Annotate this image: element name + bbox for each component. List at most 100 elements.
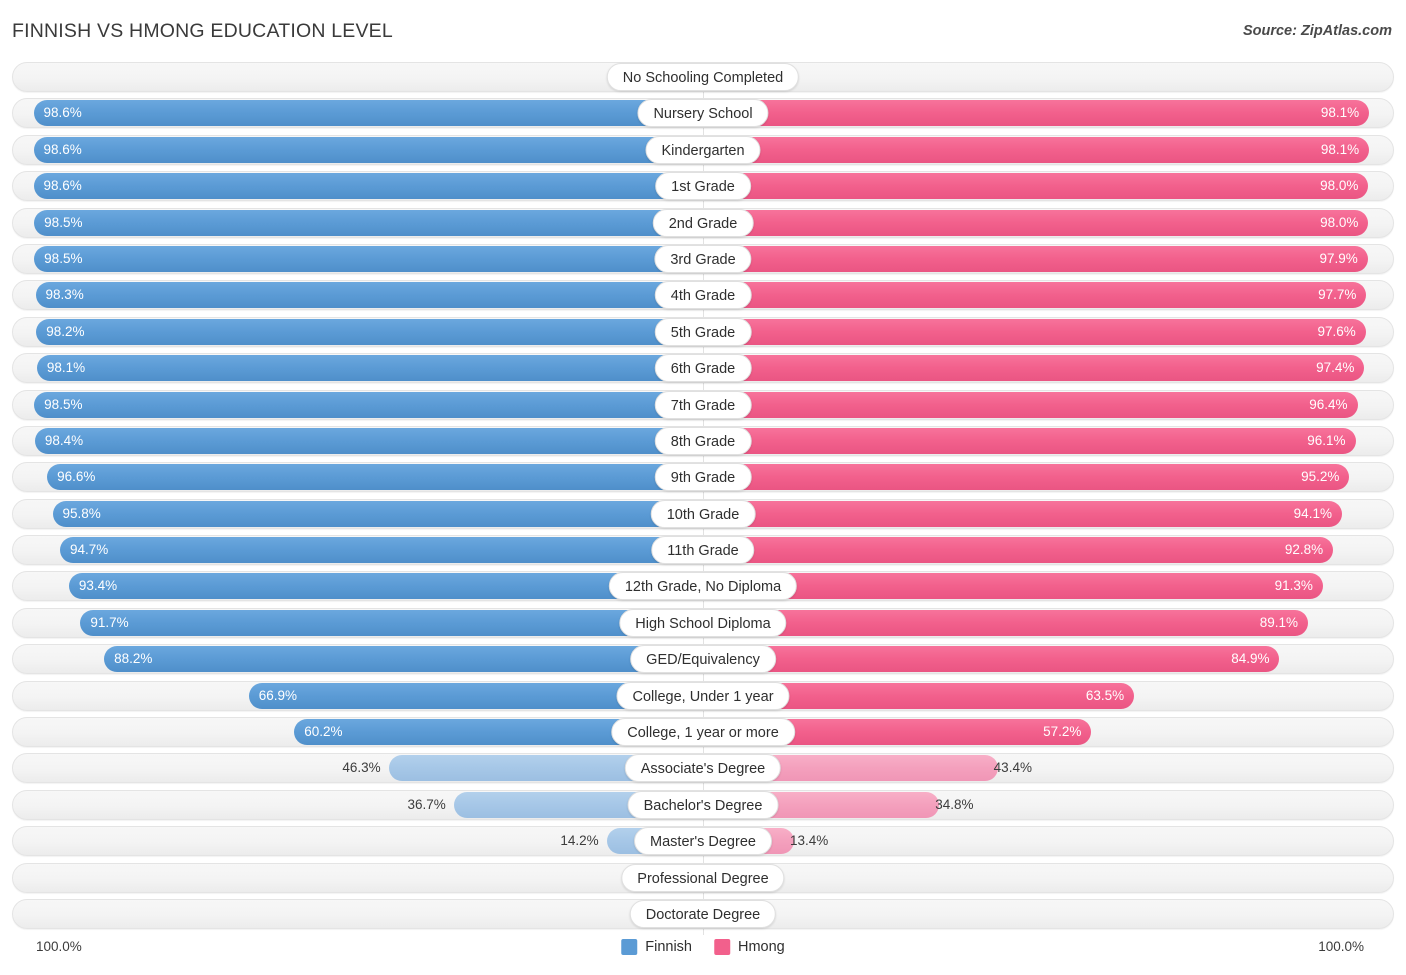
- bar-hmong: [703, 537, 1334, 564]
- bar-finnish: [60, 537, 703, 564]
- chart-row: 94.7% 92.8% 11th Grade: [12, 535, 1394, 566]
- value-label-finnish: 93.4%: [78, 578, 118, 594]
- category-label: Bachelor's Degree: [627, 790, 779, 819]
- category-label: Nursery School: [637, 99, 769, 128]
- value-label-hmong: 34.8%: [935, 796, 974, 812]
- value-label-hmong: 84.9%: [1231, 651, 1270, 667]
- value-label-finnish: 66.9%: [258, 687, 298, 703]
- value-label-finnish: 46.3%: [342, 760, 381, 776]
- bar-finnish: [104, 646, 703, 673]
- bar-hmong: [703, 646, 1280, 673]
- legend-swatch-icon: [714, 939, 730, 955]
- category-label: College, 1 year or more: [611, 718, 795, 747]
- value-label-hmong: 95.2%: [1301, 469, 1340, 485]
- legend-item: Finnish: [621, 939, 692, 955]
- value-label-hmong: 43.4%: [993, 760, 1032, 776]
- bar-finnish: [47, 464, 703, 491]
- value-label-finnish: 98.6%: [43, 141, 82, 157]
- value-label-finnish: 96.6%: [57, 469, 96, 485]
- legend-label: Hmong: [738, 939, 785, 955]
- chart-footer: 100.0% Finnish Hmong 100.0%: [0, 939, 1406, 965]
- chart-legend: Finnish Hmong: [621, 939, 785, 955]
- category-label: 3rd Grade: [654, 244, 752, 273]
- value-label-finnish: 95.8%: [62, 505, 101, 521]
- value-label-hmong: 63.5%: [1085, 687, 1125, 703]
- bar-finnish: [36, 355, 703, 382]
- chart-row: 98.6% 98.1% Kindergarten: [12, 134, 1394, 165]
- bar-hmong: [703, 282, 1367, 309]
- category-label: College, Under 1 year: [616, 681, 790, 710]
- bar-hmong: [703, 355, 1365, 382]
- category-label: 2nd Grade: [652, 208, 754, 237]
- bar-finnish: [34, 391, 703, 418]
- value-label-hmong: 96.1%: [1307, 432, 1346, 448]
- chart-row: 98.4% 96.1% 8th Grade: [12, 425, 1394, 456]
- bar-hmong: [703, 209, 1369, 236]
- bar-hmong: [703, 318, 1366, 345]
- category-label: 1st Grade: [655, 172, 751, 201]
- legend-item: Hmong: [714, 939, 785, 955]
- value-label-finnish: 60.2%: [304, 724, 343, 740]
- value-label-hmong: 94.1%: [1293, 505, 1332, 521]
- value-label-finnish: 91.7%: [90, 614, 129, 630]
- chart-rows: 1.5%1.9%No Schooling Completed 98.6% 98.1%…: [0, 62, 1406, 935]
- chart-row: 60.2% 57.2% College, 1 year or more: [12, 717, 1394, 748]
- chart-row: 98.5% 98.0% 2nd Grade: [12, 207, 1394, 238]
- chart-header: FINNISH VS HMONG EDUCATION LEVEL Source:…: [0, 0, 1406, 62]
- value-label-finnish: 36.7%: [407, 796, 446, 812]
- value-label-finnish: 98.5%: [44, 250, 83, 266]
- chart-row: 96.6% 95.2% 9th Grade: [12, 462, 1394, 493]
- value-label-hmong: 98.0%: [1320, 214, 1359, 230]
- chart-row: 1.8%1.6%Doctorate Degree: [12, 898, 1394, 929]
- value-label-finnish: 98.3%: [45, 287, 84, 303]
- category-label: Professional Degree: [621, 863, 785, 892]
- chart-row: 98.6% 98.1% Nursery School: [12, 98, 1394, 129]
- category-label: Master's Degree: [634, 827, 772, 856]
- chart-row: 1.5%1.9%No Schooling Completed: [12, 62, 1394, 92]
- value-label-hmong: 97.6%: [1317, 323, 1356, 339]
- value-label-hmong: 97.4%: [1316, 360, 1355, 376]
- value-label-finnish: 98.6%: [43, 105, 82, 121]
- chart-row: 98.6% 98.0% 1st Grade: [12, 171, 1394, 202]
- category-label: 11th Grade: [651, 536, 755, 565]
- value-label-finnish: 98.5%: [44, 396, 83, 412]
- value-label-hmong: 57.2%: [1043, 724, 1082, 740]
- chart-row: 46.3% 43.4% Associate's Degree: [12, 753, 1394, 784]
- category-label: 5th Grade: [654, 317, 752, 346]
- bar-finnish: [33, 173, 703, 200]
- bar-finnish: [33, 136, 703, 163]
- value-label-finnish: 98.4%: [44, 432, 84, 448]
- diverging-bar-chart: 1.5%1.9%No Schooling Completed 98.6% 98.1%…: [0, 62, 1406, 937]
- category-label: 4th Grade: [654, 281, 752, 310]
- bar-finnish: [35, 282, 703, 309]
- value-label-hmong: 96.4%: [1309, 396, 1348, 412]
- chart-row: 95.8% 94.1% 10th Grade: [12, 498, 1394, 529]
- axis-label-left: 100.0%: [36, 939, 82, 954]
- legend-swatch-icon: [621, 939, 638, 955]
- bar-hmong: [703, 136, 1370, 163]
- chart-row: 4.2%3.7%Professional Degree: [12, 862, 1394, 893]
- value-label-finnish: 98.2%: [46, 323, 85, 339]
- bar-hmong: [703, 464, 1350, 491]
- chart-row: 93.4% 91.3% 12th Grade, No Diploma: [12, 571, 1394, 602]
- value-label-finnish: 98.6%: [43, 178, 82, 194]
- category-label: 6th Grade: [654, 354, 752, 383]
- chart-row: 14.2% 13.4% Master's Degree: [12, 826, 1394, 857]
- category-label: Kindergarten: [645, 135, 761, 164]
- value-label-finnish: 88.2%: [114, 651, 153, 667]
- category-label: Doctorate Degree: [629, 899, 777, 928]
- bar-hmong: [703, 427, 1356, 454]
- chart-row: 66.9% 63.5% College, Under 1 year: [12, 680, 1394, 711]
- chart-row: 88.2% 84.9% GED/Equivalency: [12, 644, 1394, 675]
- bar-finnish: [52, 500, 703, 527]
- category-label: 9th Grade: [654, 463, 752, 492]
- value-label-hmong: 98.0%: [1320, 178, 1359, 194]
- category-label: 10th Grade: [650, 499, 756, 528]
- bar-hmong: [703, 391, 1358, 418]
- bar-finnish: [36, 318, 703, 345]
- bar-finnish: [33, 100, 703, 127]
- category-label: High School Diploma: [619, 608, 787, 637]
- chart-row: 98.3% 97.7% 4th Grade: [12, 280, 1394, 311]
- bar-hmong: [703, 245, 1368, 272]
- bar-hmong: [703, 100, 1370, 127]
